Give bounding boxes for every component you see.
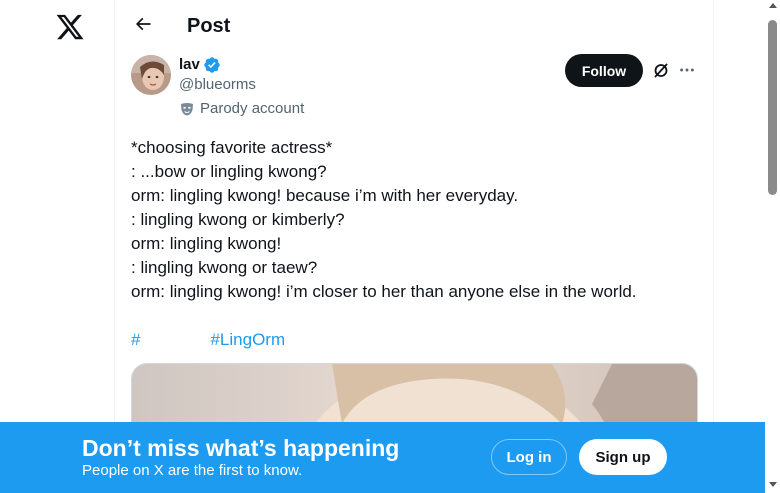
post-column: Post lav @blueorms Parody account Follow… <box>114 0 714 493</box>
hashtag-link[interactable]: #LingOrm <box>210 330 285 349</box>
post-line: *choosing favorite actress* <box>131 138 333 157</box>
post-line: : lingling kwong or kimberly? <box>131 210 345 229</box>
scrollbar[interactable] <box>765 0 780 493</box>
verified-badge-icon <box>203 56 221 74</box>
page-title: Post <box>187 15 231 37</box>
page: Post lav @blueorms Parody account Follow… <box>0 0 780 493</box>
post-line: : lingling kwong or taew? <box>131 258 318 277</box>
post-text: *choosing favorite actress* : ...bow or … <box>131 136 701 304</box>
arrow-left-icon <box>133 14 153 39</box>
grok-icon[interactable] <box>651 60 671 80</box>
parody-label-text: Parody account <box>200 100 305 117</box>
scroll-down-arrow-icon[interactable] <box>769 482 777 487</box>
hashtags: # #LingOrm <box>131 328 285 352</box>
signup-button[interactable]: Sign up <box>579 439 667 475</box>
parody-mask-icon <box>179 101 195 117</box>
banner-headline: Don’t miss what’s happening <box>82 435 400 461</box>
more-dots-icon[interactable] <box>677 60 697 80</box>
scroll-up-arrow-icon[interactable] <box>769 3 777 8</box>
author-name-row[interactable]: lav <box>179 56 221 74</box>
signup-banner: Don’t miss what’s happening People on X … <box>0 422 765 493</box>
avatar[interactable] <box>131 55 171 95</box>
post-line: orm: lingling kwong! i’m closer to her t… <box>131 282 637 301</box>
back-button[interactable] <box>131 14 155 38</box>
post-line: orm: lingling kwong! because i’m with he… <box>131 186 519 205</box>
hashtag-link[interactable]: # <box>131 330 140 349</box>
banner-subtext: People on X are the first to know. <box>82 462 303 479</box>
follow-button[interactable]: Follow <box>565 54 643 87</box>
author-name[interactable]: lav <box>179 56 200 74</box>
login-button[interactable]: Log in <box>491 439 567 475</box>
x-logo-icon[interactable] <box>55 12 85 42</box>
post-line: : ...bow or lingling kwong? <box>131 162 327 181</box>
scrollbar-thumb[interactable] <box>768 20 777 195</box>
parody-label: Parody account <box>179 100 304 118</box>
author-handle[interactable]: @blueorms <box>179 76 256 94</box>
post-line: orm: lingling kwong! <box>131 234 282 253</box>
